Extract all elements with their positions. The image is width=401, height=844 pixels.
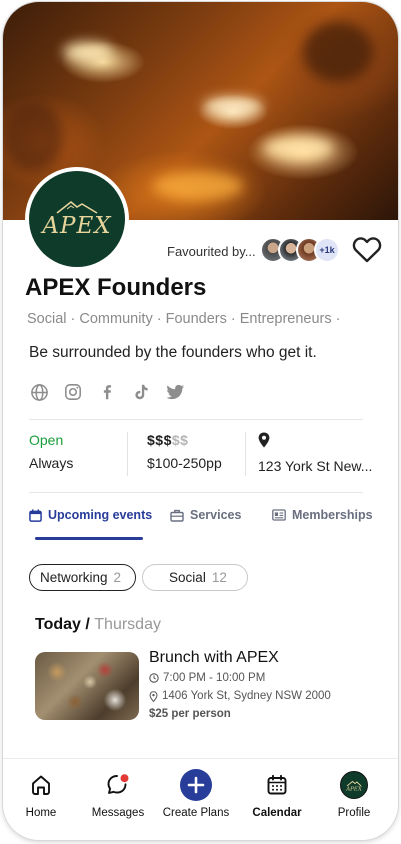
address-block[interactable]: 123 York St New...: [258, 432, 372, 482]
location-pin-icon: [258, 432, 270, 448]
calendar-icon: [29, 508, 42, 522]
event-price: $25 per person: [149, 708, 231, 720]
nav-calendar[interactable]: Calendar: [237, 769, 317, 819]
filter-chip-networking[interactable]: Networking 2: [29, 564, 137, 591]
chip-label: Social: [169, 570, 206, 585]
hours-block[interactable]: Open Always: [29, 432, 73, 482]
plus-icon: [180, 769, 212, 801]
svg-text:APEX: APEX: [345, 787, 363, 793]
tab-label: Upcoming events: [48, 508, 153, 522]
price-level-inactive: $$: [171, 432, 189, 448]
price-block: $$$$$ $100-250pp: [147, 432, 222, 482]
day-weekday: Thursday: [94, 616, 161, 633]
globe-icon[interactable]: [29, 382, 49, 402]
nav-label: Messages: [91, 807, 145, 819]
facebook-icon[interactable]: [97, 382, 117, 402]
profile-name: APEX Founders: [25, 274, 207, 301]
profile-avatar: APEX: [340, 771, 368, 799]
divider: [127, 432, 128, 476]
nav-home[interactable]: Home: [3, 769, 81, 819]
phone-screen: APEX Favourited by... +1k APEX Founders …: [3, 2, 398, 840]
event-title[interactable]: Brunch with APEX: [149, 649, 279, 667]
hours-text: Always: [29, 455, 74, 471]
tiktok-icon[interactable]: [131, 382, 151, 402]
tagline: Be surrounded by the founders who get it…: [29, 344, 317, 361]
logo-text: APEX: [42, 213, 112, 239]
id-card-icon: [272, 509, 286, 521]
favourited-avatars[interactable]: +1k: [260, 237, 340, 263]
divider: [245, 432, 246, 476]
nav-label: Calendar: [252, 807, 302, 819]
home-icon: [32, 775, 50, 795]
chip-count: 12: [211, 570, 227, 585]
category-tags: Social · Community · Founders · Entrepre…: [27, 311, 341, 327]
notification-dot: [120, 774, 129, 783]
tab-label: Services: [190, 508, 242, 522]
favourited-count: +1k: [314, 237, 340, 263]
tab-label: Memberships: [292, 508, 373, 522]
nav-create-plans[interactable]: Create Plans: [156, 769, 236, 819]
bottom-nav: Home Messages Create Plans Calendar APEX…: [3, 758, 398, 840]
divider: [29, 419, 363, 420]
calendar-icon: [267, 774, 287, 795]
nav-label: Home: [25, 807, 57, 819]
divider: [29, 492, 363, 493]
event-image[interactable]: [35, 652, 139, 720]
profile-logo: APEX: [25, 167, 129, 271]
address-text: 123 York St New...: [258, 458, 373, 474]
active-tab-indicator: [35, 537, 143, 540]
chip-label: Networking: [40, 570, 108, 585]
open-status: Open: [29, 432, 64, 448]
info-row: Open Always $$$$$ $100-250pp 123 York St…: [29, 432, 373, 482]
nav-profile[interactable]: APEX Profile: [314, 769, 394, 819]
twitter-icon[interactable]: [165, 382, 185, 402]
chip-count: 2: [113, 570, 122, 585]
nav-label: Profile: [337, 807, 371, 819]
location-pin-icon: [149, 690, 158, 702]
tab-memberships[interactable]: Memberships: [272, 508, 373, 522]
nav-messages[interactable]: Messages: [78, 769, 158, 819]
social-links: [29, 382, 185, 402]
price-range: $100-250pp: [147, 455, 222, 471]
clock-icon: [149, 673, 159, 683]
tab-services[interactable]: Services: [170, 508, 241, 522]
day-heading: Today / Thursday: [35, 616, 161, 634]
event-time: 7:00 PM - 10:00 PM: [149, 672, 265, 684]
heart-icon[interactable]: [350, 232, 384, 266]
event-time-text: 7:00 PM - 10:00 PM: [163, 672, 266, 684]
event-location-text: 1406 York St, Sydney NSW 2000: [162, 690, 331, 702]
nav-label: Create Plans: [162, 807, 230, 819]
event-location: 1406 York St, Sydney NSW 2000: [149, 690, 331, 702]
price-level-active: $$$: [147, 432, 172, 448]
day-today: Today /: [35, 616, 90, 633]
section-tabs: Upcoming events Services Memberships: [29, 508, 379, 538]
chat-bubble-icon: [107, 774, 129, 794]
briefcase-icon: [170, 509, 184, 522]
event-filters: Networking 2 Social 12: [29, 564, 248, 591]
tab-upcoming-events[interactable]: Upcoming events: [29, 508, 152, 522]
favourited-label: Favourited by...: [167, 244, 256, 259]
filter-chip-social[interactable]: Social 12: [142, 564, 248, 591]
instagram-icon[interactable]: [63, 382, 83, 402]
